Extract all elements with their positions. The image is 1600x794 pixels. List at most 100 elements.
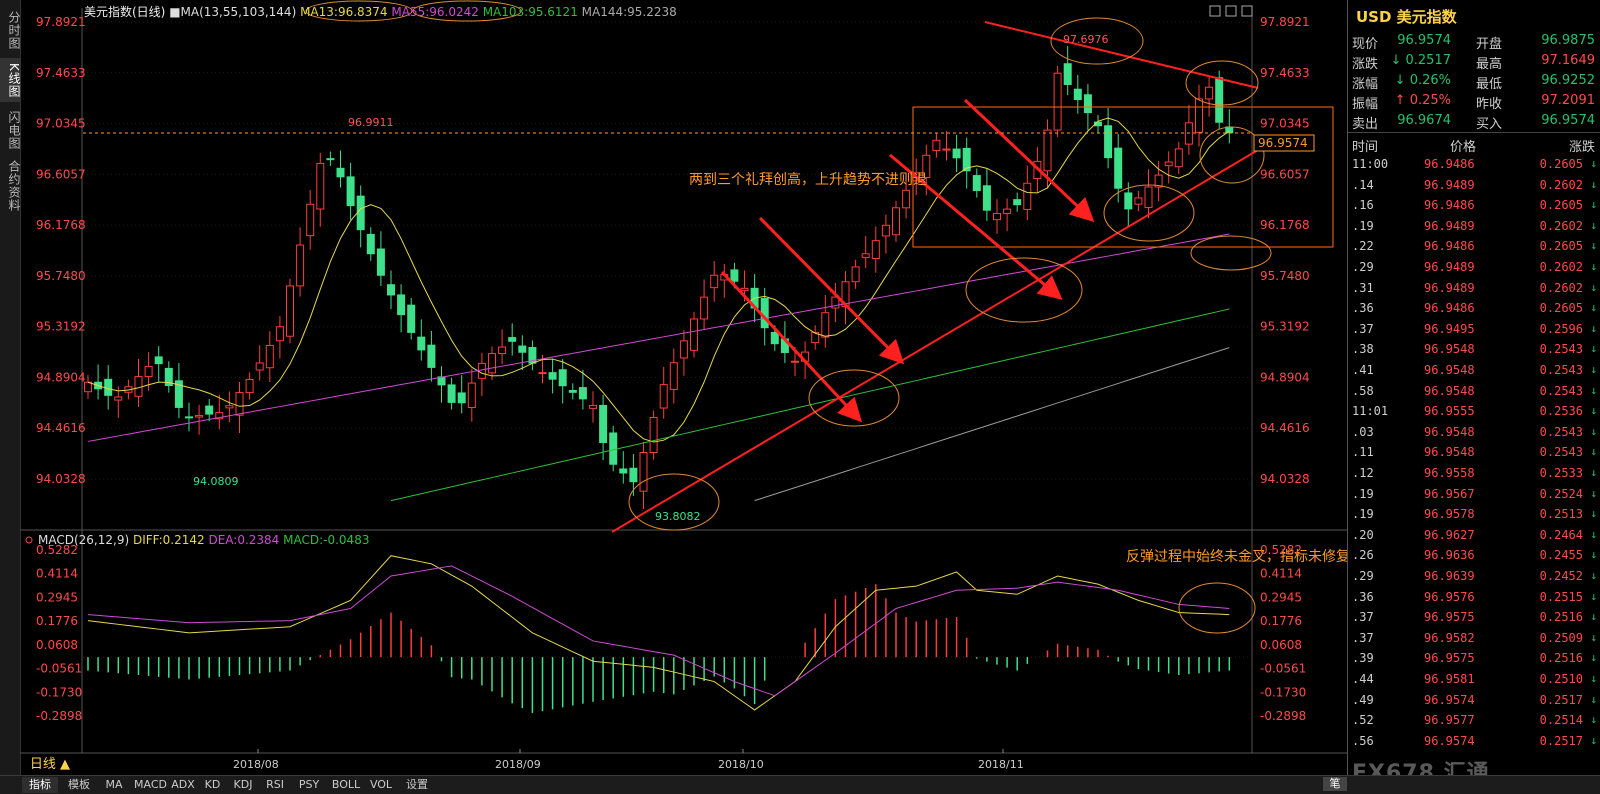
down-arrow-icon: ↓ [1590,486,1597,500]
bottom-tab-5[interactable]: ADX [169,777,197,793]
candle-body [326,158,335,161]
tick-row: .39 96.9575 0.2516 ↓ [1348,648,1600,668]
bottom-tab-0[interactable]: 日线 ▲ [24,757,76,773]
candle-body [235,392,244,416]
tick-price: 96.9486 [1424,157,1475,171]
tick-row: .29 96.9489 0.2602 ↓ [1348,257,1600,277]
tick-price: 96.9486 [1424,301,1475,316]
candle-body [649,416,658,453]
bottom-tab-6[interactable]: KD [200,777,225,793]
bottom-tab-12[interactable]: 设置 [399,777,435,793]
tick-time: .56 [1352,733,1374,748]
candle-body [195,415,204,418]
candle-body [851,266,860,283]
macd-settings-icon[interactable] [25,536,33,544]
tick-price: 96.9574 [1424,733,1475,748]
candle-body [477,362,486,379]
tick-change: 0.2602 [1539,280,1583,295]
candle-body [225,405,234,409]
tick-price: 96.9489 [1424,218,1475,233]
candle-body [1205,86,1214,100]
candle-body [972,175,981,192]
price-axis-left-label: 97.0345 [36,117,86,131]
left-tab-3[interactable]: 合约资料 [0,158,21,214]
tick-price: 96.9548 [1424,445,1475,460]
candle-body [902,189,911,209]
candle-body [508,337,517,342]
candle-body [397,294,406,316]
candle-body [1063,63,1072,85]
candle-body [427,344,436,368]
tick-change: 0.2515 [1539,589,1583,604]
candle-body [366,233,375,255]
candle-body [740,287,749,292]
left-tab-1[interactable]: K线图 [0,58,21,102]
tick-change: 0.2605 [1539,301,1583,316]
uptrend-line [611,149,1259,533]
tick-row: .12 96.9558 0.2533 ↓ [1348,463,1600,483]
candle-body [346,176,355,207]
tick-price: 96.9495 [1424,321,1475,336]
tick-price: 96.9558 [1424,466,1475,480]
tick-time: .14 [1352,177,1374,192]
price-axis-right-label: 94.8904 [1260,370,1310,384]
candle-body [589,404,597,409]
pencil-button[interactable]: 笔 [1323,777,1347,791]
candle-body [275,326,284,342]
tick-time: 11:01 [1352,404,1389,419]
bottom-tab-1[interactable]: 指标 [22,777,58,793]
tick-change: 0.2605 [1539,239,1583,254]
price-axis-right-label: 94.4616 [1260,421,1310,435]
candle-body [639,451,648,492]
bottom-tab-9[interactable]: PSY [294,777,324,793]
bottom-tab-11[interactable]: VOL [367,777,395,793]
candle-body [710,274,719,289]
price-axis-right-label: 97.8921 [1260,15,1310,29]
bottom-tab-7[interactable]: KDJ [229,777,257,793]
candle-body [498,346,507,355]
left-tab-0[interactable]: 分时图 [0,6,21,54]
bottom-tab-2[interactable]: 模板 [61,777,97,793]
kline-chart[interactable]: 96.9574 96.9911 94.0809 93.8082 97.6976 两到三个礼… [20,0,1347,775]
tick-change: 0.2602 [1539,177,1583,192]
bottom-tab-4[interactable]: MACD [134,777,167,793]
tick-row: .36 96.9576 0.2515 ↓ [1348,587,1600,607]
bottom-tab-10[interactable]: BOLL [329,777,363,793]
candle-body [518,345,527,353]
price-axis-right-label: 95.7480 [1260,269,1310,283]
window-control-icon-1[interactable] [1225,5,1237,17]
candle-body [114,396,123,401]
tick-time: .20 [1352,527,1374,542]
left-tab-2[interactable]: 闪电图 [0,105,21,155]
candle-body [599,404,608,443]
window-control-icon-0[interactable] [1209,5,1221,17]
candle-body [336,167,345,178]
quote-row: 卖出 96.9674 买入 96.9574 [1348,111,1600,132]
candle-body [619,468,628,474]
tick-change: 0.2464 [1539,527,1583,542]
candle-body [629,467,638,483]
price-axis-left-label: 96.1768 [36,218,86,232]
quote-value: 96.9574 [1397,33,1451,48]
candle-body [568,389,577,393]
price-axis-left-label: 94.0328 [36,472,86,486]
candle-body [892,207,900,236]
bottom-tab-3[interactable]: MA [99,777,129,793]
candle-body [286,285,294,337]
down-arrow-icon: ↓ [1590,301,1597,315]
tick-row: .44 96.9581 0.2510 ↓ [1348,669,1600,689]
quote-value-2: 96.9574 [1541,113,1595,128]
tick-change: 0.2536 [1539,404,1583,419]
down-arrow-icon: ↓ [1590,342,1597,356]
candle-body [154,356,163,365]
window-control-icon-2[interactable] [1241,5,1253,17]
price-axis-left-label: 96.6057 [36,167,86,181]
candle-body [1215,77,1224,123]
bottom-tab-8[interactable]: RSI [261,777,289,793]
candle-body [578,387,587,400]
tick-change: 0.2602 [1539,260,1583,274]
tick-change: 0.2516 [1539,610,1583,625]
tick-row: .19 96.9578 0.2513 ↓ [1348,504,1600,524]
candle-body [205,405,214,415]
tick-price: 96.9575 [1424,651,1475,666]
